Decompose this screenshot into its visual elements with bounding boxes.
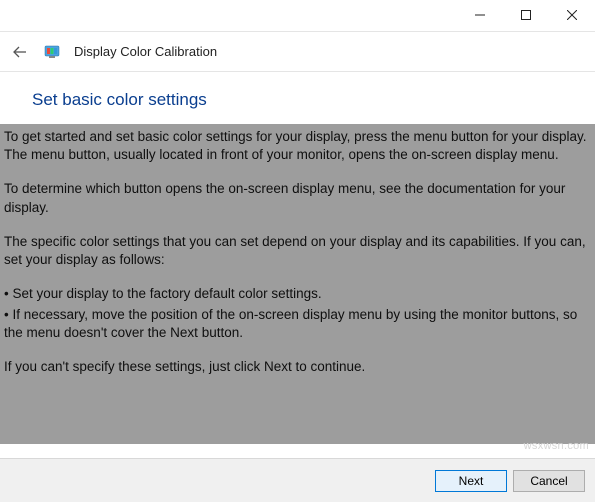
footer-bar: Next Cancel: [0, 458, 595, 502]
watermark-text: wsxwsn.com: [524, 440, 589, 452]
minimize-button[interactable]: [457, 0, 503, 30]
bullet-factory-default: • Set your display to the factory defaul…: [4, 285, 591, 303]
maximize-button[interactable]: [503, 0, 549, 30]
titlebar: [0, 0, 595, 32]
content-body: To get started and set basic color setti…: [0, 124, 595, 444]
close-button[interactable]: [549, 0, 595, 30]
cancel-button[interactable]: Cancel: [513, 470, 585, 492]
paragraph-capabilities: The specific color settings that you can…: [4, 233, 591, 269]
header-bar: Display Color Calibration: [0, 32, 595, 72]
paragraph-intro: To get started and set basic color setti…: [4, 128, 591, 164]
next-button[interactable]: Next: [435, 470, 507, 492]
paragraph-docs: To determine which button opens the on-s…: [4, 180, 591, 216]
bullet-move-menu: • If necessary, move the position of the…: [4, 306, 591, 342]
page-heading: Set basic color settings: [32, 90, 595, 110]
back-arrow-icon[interactable]: [10, 42, 30, 62]
display-calibration-icon: [44, 44, 60, 60]
window-title: Display Color Calibration: [74, 44, 217, 59]
paragraph-continue: If you can't specify these settings, jus…: [4, 358, 591, 376]
heading-area: Set basic color settings: [0, 72, 595, 124]
window-controls: [457, 0, 595, 30]
